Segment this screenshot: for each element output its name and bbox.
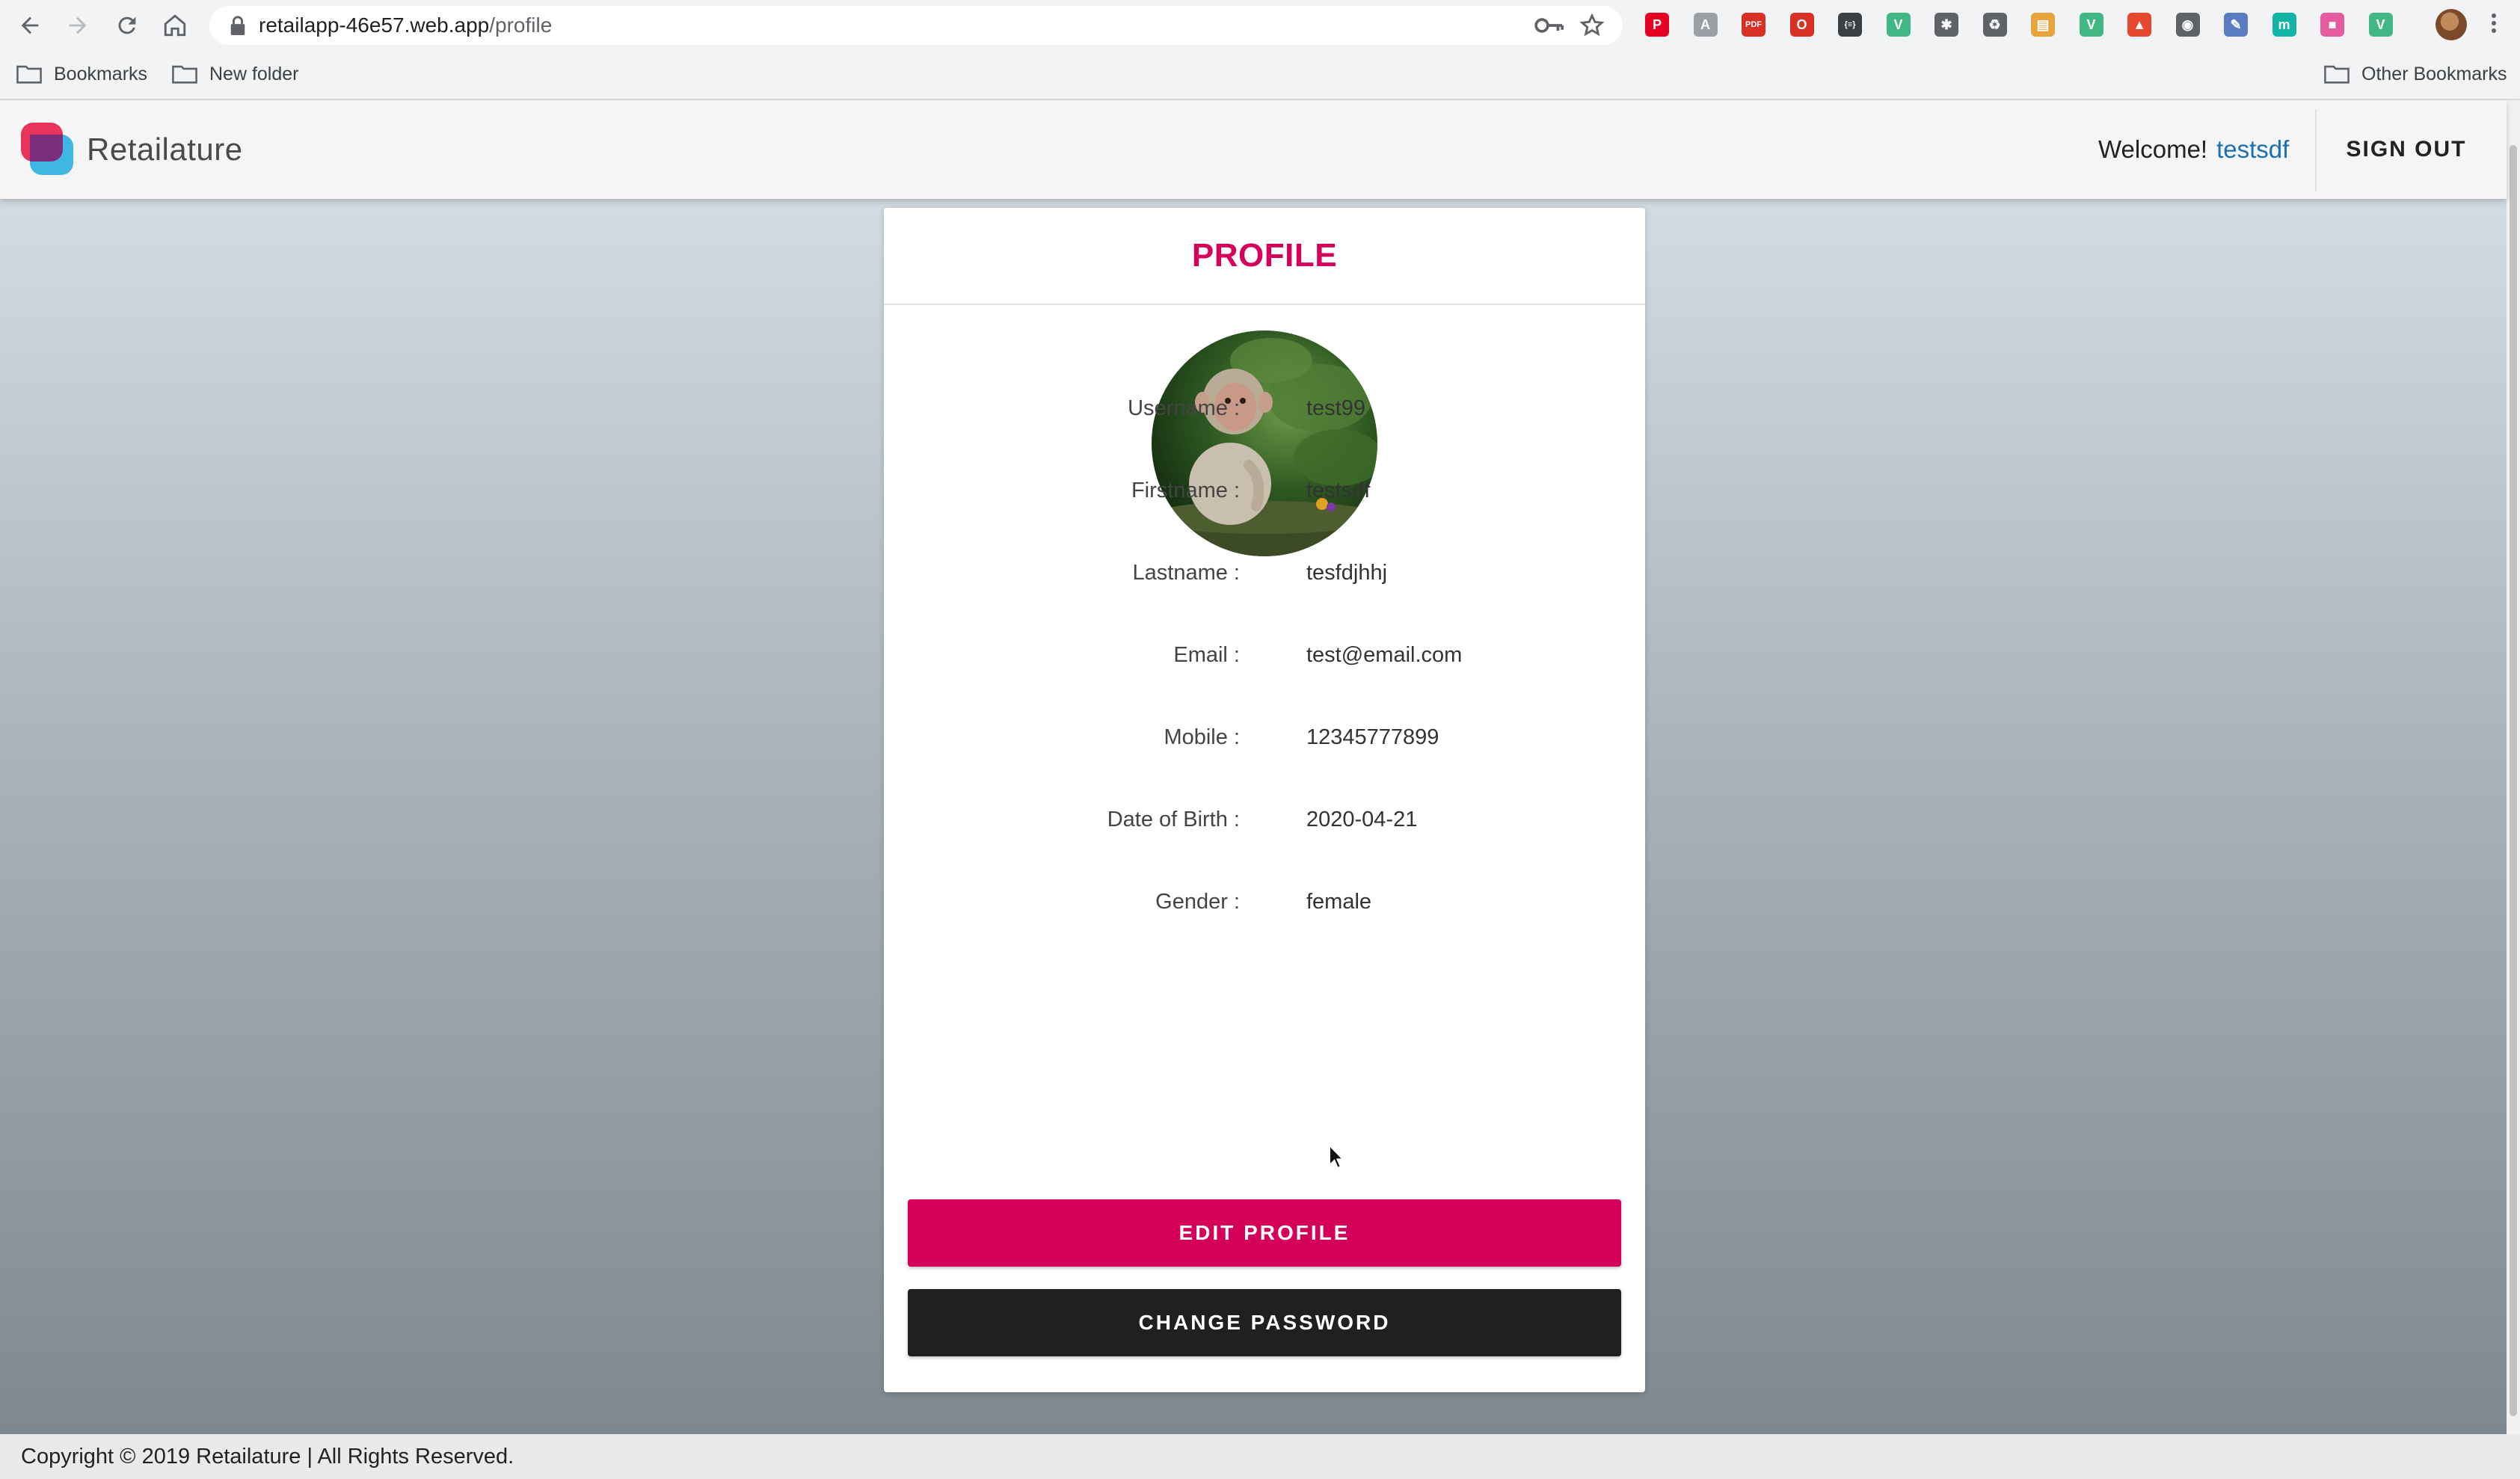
lighthouse-icon[interactable]: ▲ [2127, 13, 2151, 37]
field-label: Lastname : [1132, 561, 1240, 585]
field-value: 12345777899 [1306, 725, 1439, 749]
browser-toolbar: retailapp-46e57.web.app/profile P A PDF O {≡… [0, 0, 2520, 49]
new-folder-bookmark[interactable]: New folder [172, 49, 299, 99]
header-username-link[interactable]: testsdf [2216, 135, 2289, 163]
page-footer: Copyright © 2019 Retailature | All Right… [0, 1434, 2520, 1479]
welcome-message: Welcome! testsdf [2098, 100, 2289, 199]
back-arrow-icon[interactable] [13, 9, 46, 42]
browser-menu-icon[interactable] [2490, 10, 2498, 40]
folder-icon [172, 65, 197, 84]
field-row-firstname: Firstname : testsdf [884, 468, 1645, 513]
bookmark-star-icon[interactable] [1579, 13, 1605, 38]
profile-card: PROFILE Username: test99 Firstname: te… [884, 208, 1645, 1392]
field-value: testsdf [1306, 479, 1371, 502]
brand-name[interactable]: Retailature [87, 100, 243, 199]
page-scrollbar[interactable] [2507, 100, 2520, 1434]
text-extension-icon[interactable]: A [1693, 13, 1718, 37]
field-value: 2020-04-21 [1306, 808, 1418, 831]
address-bar[interactable]: retailapp-46e57.web.app/profile [209, 6, 1623, 45]
bug-icon[interactable]: ✱ [1934, 13, 1958, 37]
profile-title: PROFILE [1191, 237, 1338, 274]
header-divider [2315, 109, 2317, 191]
sign-out-button[interactable]: SIGN OUT [2318, 100, 2495, 199]
profile-avatar-monkey [1152, 330, 1377, 556]
app-header: Retailature Welcome! testsdf SIGN OUT [0, 100, 2507, 199]
opera-icon[interactable]: O [1789, 13, 1814, 37]
key-icon[interactable] [1534, 14, 1564, 37]
bookmarks-bar: Bookmarks New folder Other Bookmarks [0, 49, 2520, 100]
forward-arrow-icon[interactable] [61, 9, 94, 42]
welcome-text: Welcome! [2098, 135, 2208, 163]
folder-icon [16, 65, 42, 84]
field-label: Firstname : [1131, 479, 1240, 502]
home-icon[interactable] [159, 9, 191, 42]
edit-profile-button[interactable]: EDIT PROFILE [908, 1199, 1621, 1267]
pdf-extension-icon[interactable]: PDF [1742, 13, 1765, 37]
reload-icon[interactable] [111, 9, 144, 42]
scrollbar-thumb[interactable] [2510, 145, 2517, 1416]
retailature-logo-icon[interactable] [19, 121, 75, 176]
bookmarks-label: Bookmarks [54, 63, 148, 84]
card-divider [884, 304, 1645, 305]
field-row-mobile: Mobile : 12345777899 [884, 715, 1645, 760]
feather-icon[interactable]: ✎ [2224, 13, 2248, 37]
lock-icon[interactable] [229, 16, 247, 35]
vue-icon[interactable]: V [2079, 13, 2103, 37]
field-row-lastname: Lastname : tesfdjhhj [884, 550, 1645, 595]
url-text[interactable]: retailapp-46e57.web.app/profile [259, 6, 552, 45]
field-value: test@email.com [1306, 643, 1463, 667]
change-password-button[interactable]: CHANGE PASSWORD [908, 1289, 1621, 1356]
field-label: Date of Birth : [1107, 808, 1240, 831]
field-label: Mobile : [1164, 725, 1240, 749]
m-extension-icon[interactable]: m [2272, 13, 2296, 37]
field-row-date-of-birth: Date of Birth : 2020-04-21 [884, 797, 1645, 842]
calendar-icon[interactable]: ▤ [2031, 13, 2055, 37]
vue-icon-2[interactable]: V [2368, 13, 2393, 37]
other-bookmarks-folder[interactable]: Other Bookmarks [2324, 49, 2507, 99]
new-folder-label: New folder [209, 63, 299, 84]
field-row-username: Username : test99 [884, 386, 1645, 431]
browser-profile-avatar[interactable] [2436, 9, 2467, 40]
field-row-gender: Gender : female [884, 879, 1645, 924]
mouse-cursor-icon [1329, 1144, 1344, 1169]
field-value: female [1306, 890, 1372, 914]
copyright-text: Copyright © 2019 Retailature | All Right… [21, 1445, 514, 1469]
camera-icon[interactable]: ◉ [2175, 13, 2200, 37]
field-value: test99 [1306, 396, 1365, 420]
vue-devtools-icon[interactable]: V [1886, 13, 1911, 37]
bookmarks-folder[interactable]: Bookmarks [16, 49, 147, 99]
recycle-icon[interactable]: ♻ [1982, 13, 2007, 37]
field-label: Email : [1173, 643, 1240, 667]
field-value: tesfdjhhj [1306, 561, 1388, 585]
pinterest-icon[interactable]: P [1645, 13, 1669, 37]
json-icon[interactable]: {≡} [1838, 13, 1862, 37]
field-label: Gender : [1155, 890, 1240, 914]
field-label: Username : [1128, 396, 1240, 420]
folder-icon [2324, 65, 2350, 84]
field-row-email: Email : test@email.com [884, 633, 1645, 677]
gradient-extension-icon[interactable]: ■ [2320, 13, 2344, 37]
other-bookmarks-label: Other Bookmarks [2361, 63, 2507, 84]
